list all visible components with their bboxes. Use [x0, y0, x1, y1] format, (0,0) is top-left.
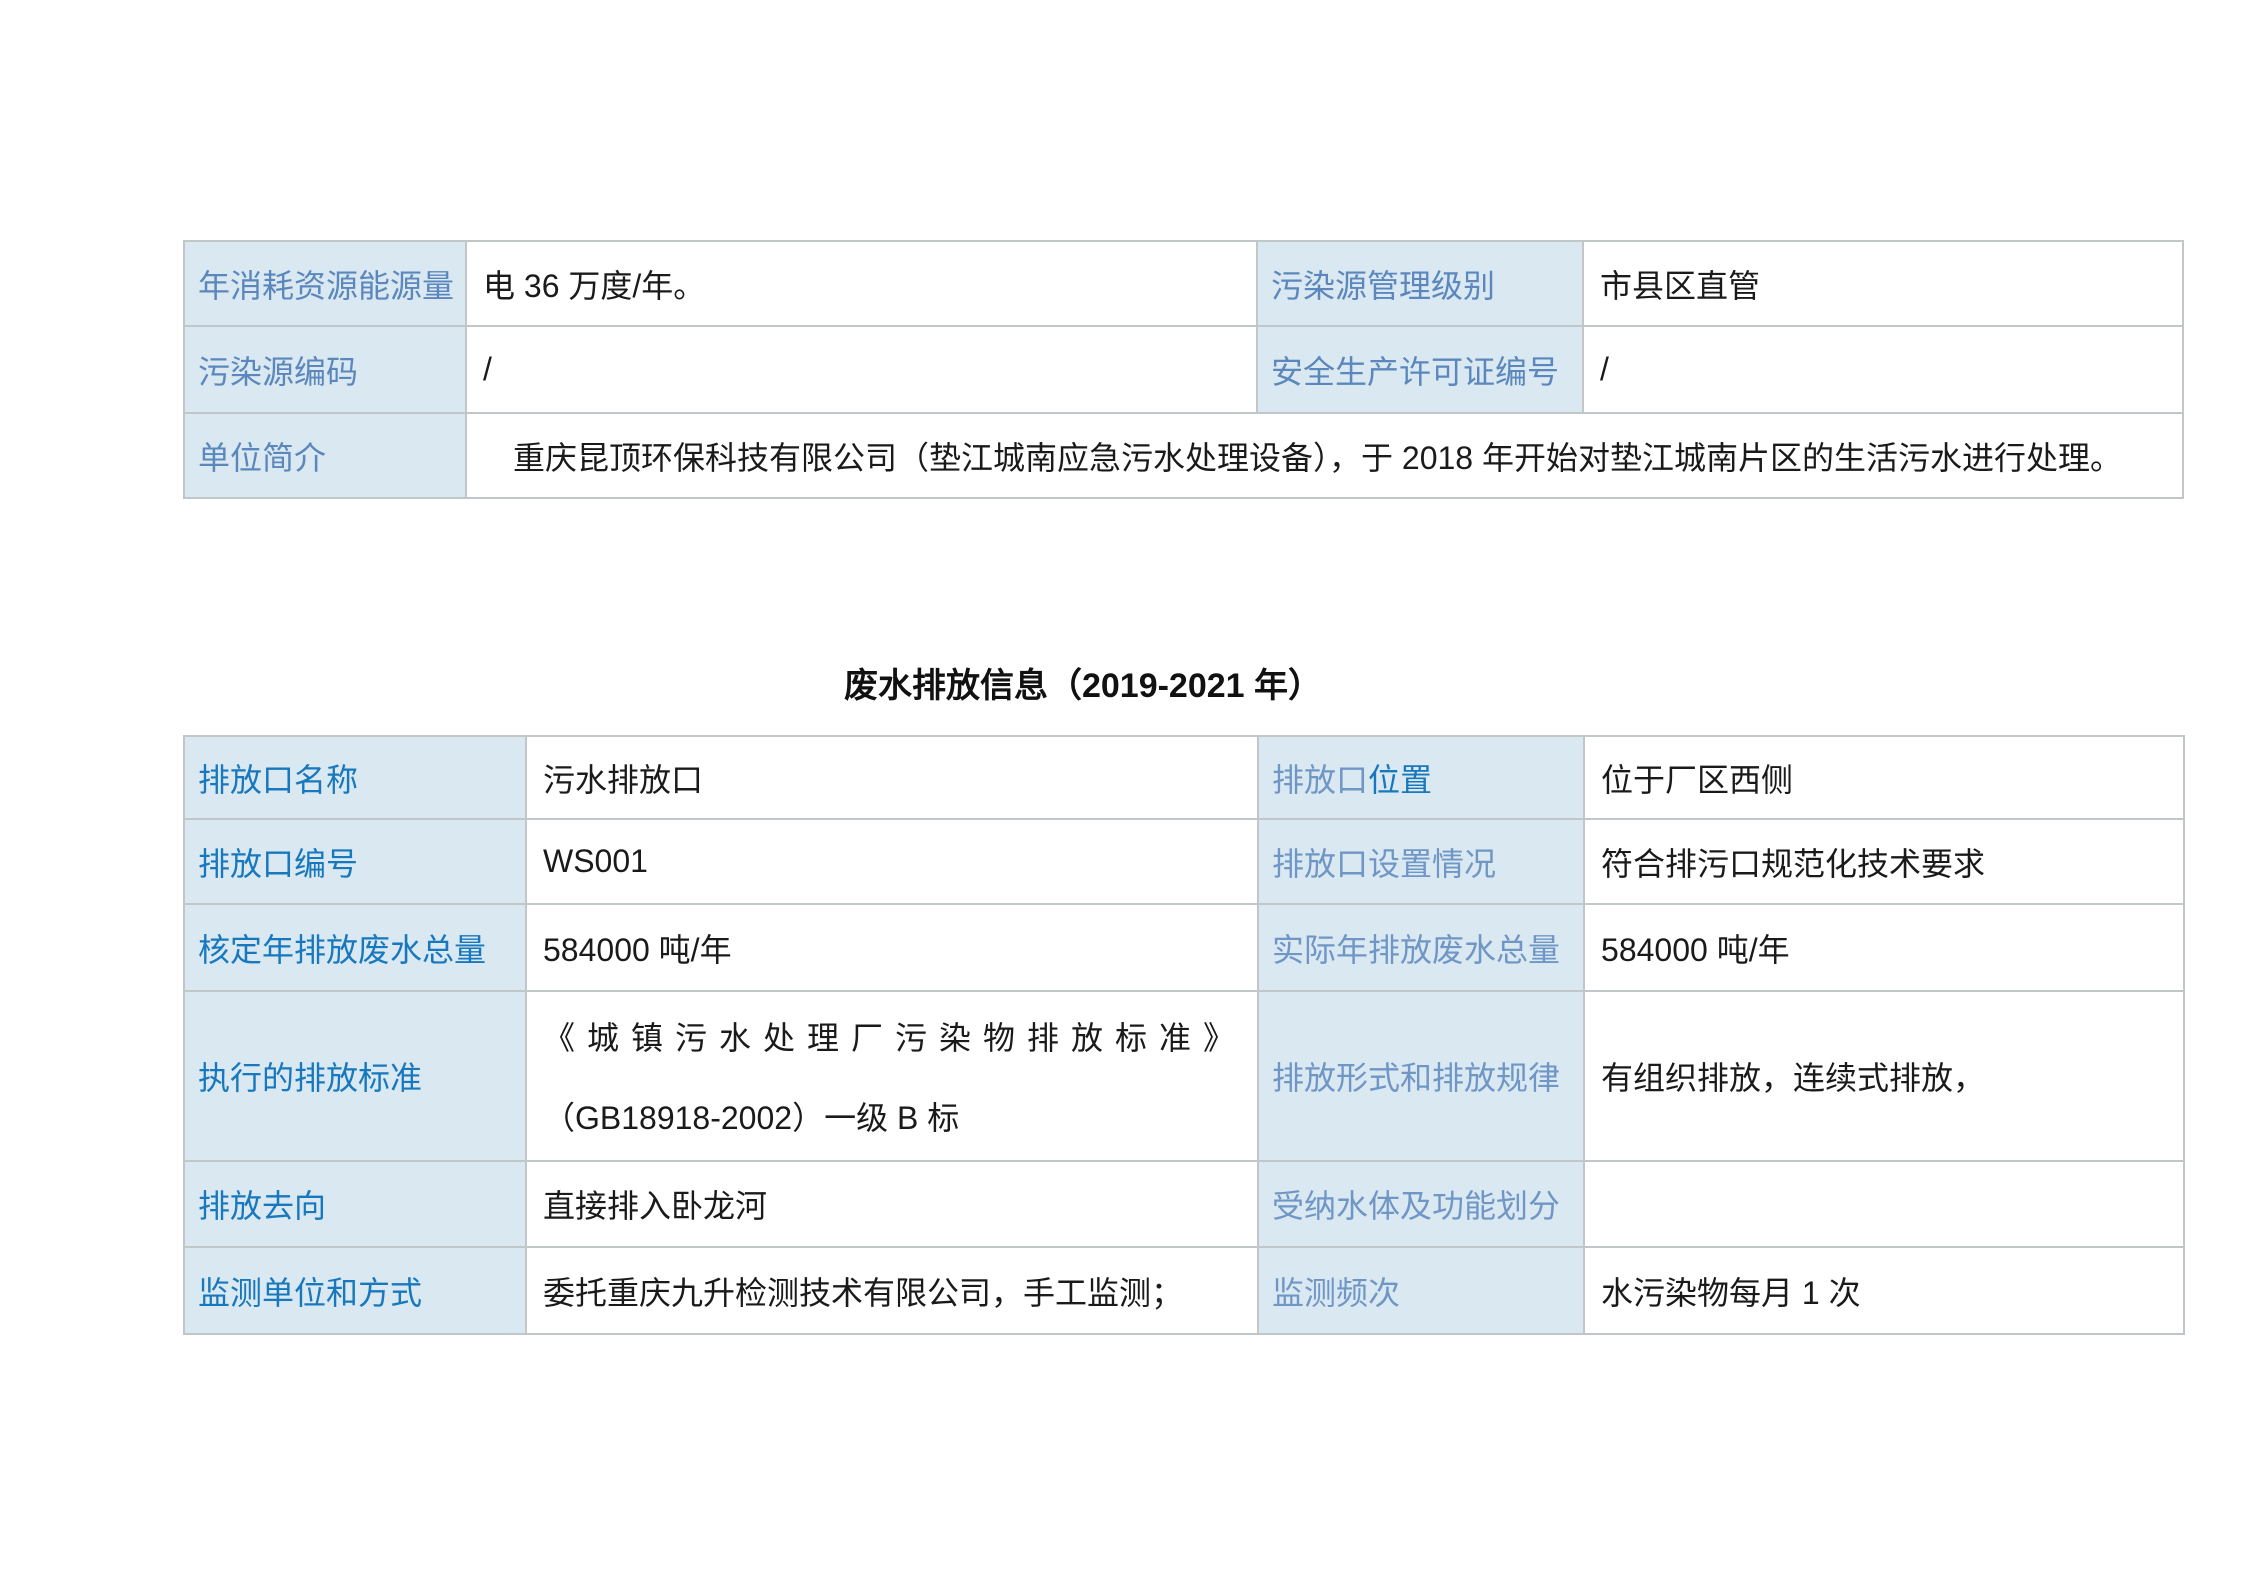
value-outlet-number: WS001	[526, 819, 1258, 904]
discharge-standard-line2: （GB18918-2002）一级 B 标	[543, 1093, 1247, 1139]
label-monitoring-unit-method: 监测单位和方式	[184, 1247, 526, 1334]
value-outlet-name: 污水排放口	[526, 736, 1258, 819]
value-pollution-source-code: /	[466, 326, 1257, 413]
table-row: 排放去向 直接排入卧龙河 受纳水体及功能划分	[184, 1161, 2184, 1247]
label-outlet-setup-status: 排放口设置情况	[1258, 819, 1584, 904]
value-pollution-source-mgmt-level: 市县区直管	[1583, 241, 2183, 326]
label-approved-annual-wastewater: 核定年排放废水总量	[184, 904, 526, 991]
value-annual-energy-consumption: 电 36 万度/年。	[466, 241, 1257, 326]
value-actual-annual-wastewater: 584000 吨/年	[1584, 904, 2184, 991]
table-row: 排放口编号 WS001 排放口设置情况 符合排污口规范化技术要求	[184, 819, 2184, 904]
value-discharge-mode: 有组织排放，连续式排放，	[1584, 991, 2184, 1161]
value-safety-production-license-no: /	[1583, 326, 2183, 413]
label-outlet-location-part1: 排放口	[1272, 762, 1368, 798]
label-annual-energy-consumption: 年消耗资源能源量	[184, 241, 466, 326]
label-discharge-standard: 执行的排放标准	[184, 991, 526, 1161]
label-discharge-mode: 排放形式和排放规律	[1258, 991, 1584, 1161]
value-outlet-location: 位于厂区西侧	[1584, 736, 2184, 819]
label-outlet-location: 排放口位置	[1258, 736, 1584, 819]
table-row: 年消耗资源能源量 电 36 万度/年。 污染源管理级别 市县区直管	[184, 241, 2183, 326]
table-row: 核定年排放废水总量 584000 吨/年 实际年排放废水总量 584000 吨/…	[184, 904, 2184, 991]
table-row: 单位简介 重庆昆顶环保科技有限公司（垫江城南应急污水处理设备），于 2018 年…	[184, 413, 2183, 498]
table-row: 执行的排放标准 《城镇污水处理厂污染物排放标准》 （GB18918-2002）一…	[184, 991, 2184, 1161]
label-outlet-number: 排放口编号	[184, 819, 526, 904]
value-discharge-standard: 《城镇污水处理厂污染物排放标准》 （GB18918-2002）一级 B 标	[526, 991, 1258, 1161]
value-company-profile: 重庆昆顶环保科技有限公司（垫江城南应急污水处理设备），于 2018 年开始对垫江…	[466, 413, 2183, 498]
section-title: 废水排放信息（2019-2021 年）	[183, 658, 1983, 707]
label-discharge-destination: 排放去向	[184, 1161, 526, 1247]
basic-info-table: 年消耗资源能源量 电 36 万度/年。 污染源管理级别 市县区直管 污染源编码 …	[183, 240, 2184, 499]
label-outlet-location-part2: 位置	[1368, 762, 1432, 798]
value-monitoring-unit-method: 委托重庆九升检测技术有限公司，手工监测；	[526, 1247, 1258, 1334]
table-row: 排放口名称 污水排放口 排放口位置 位于厂区西侧	[184, 736, 2184, 819]
table-row: 监测单位和方式 委托重庆九升检测技术有限公司，手工监测； 监测频次 水污染物每月…	[184, 1247, 2184, 1334]
label-outlet-name: 排放口名称	[184, 736, 526, 819]
value-outlet-setup-status: 符合排污口规范化技术要求	[1584, 819, 2184, 904]
label-receiving-water-body: 受纳水体及功能划分	[1258, 1161, 1584, 1247]
value-receiving-water-body	[1584, 1161, 2184, 1247]
label-safety-production-license-no: 安全生产许可证编号	[1257, 326, 1583, 413]
label-pollution-source-code: 污染源编码	[184, 326, 466, 413]
label-pollution-source-mgmt-level: 污染源管理级别	[1257, 241, 1583, 326]
value-approved-annual-wastewater: 584000 吨/年	[526, 904, 1258, 991]
value-discharge-destination: 直接排入卧龙河	[526, 1161, 1258, 1247]
wastewater-discharge-table: 排放口名称 污水排放口 排放口位置 位于厂区西侧 排放口编号 WS001 排放口…	[183, 735, 2185, 1335]
value-monitoring-frequency: 水污染物每月 1 次	[1584, 1247, 2184, 1334]
label-actual-annual-wastewater: 实际年排放废水总量	[1258, 904, 1584, 991]
label-monitoring-frequency: 监测频次	[1258, 1247, 1584, 1334]
label-company-profile: 单位简介	[184, 413, 466, 498]
table-row: 污染源编码 / 安全生产许可证编号 /	[184, 326, 2183, 413]
discharge-standard-line1: 《城镇污水处理厂污染物排放标准》	[543, 1013, 1247, 1059]
